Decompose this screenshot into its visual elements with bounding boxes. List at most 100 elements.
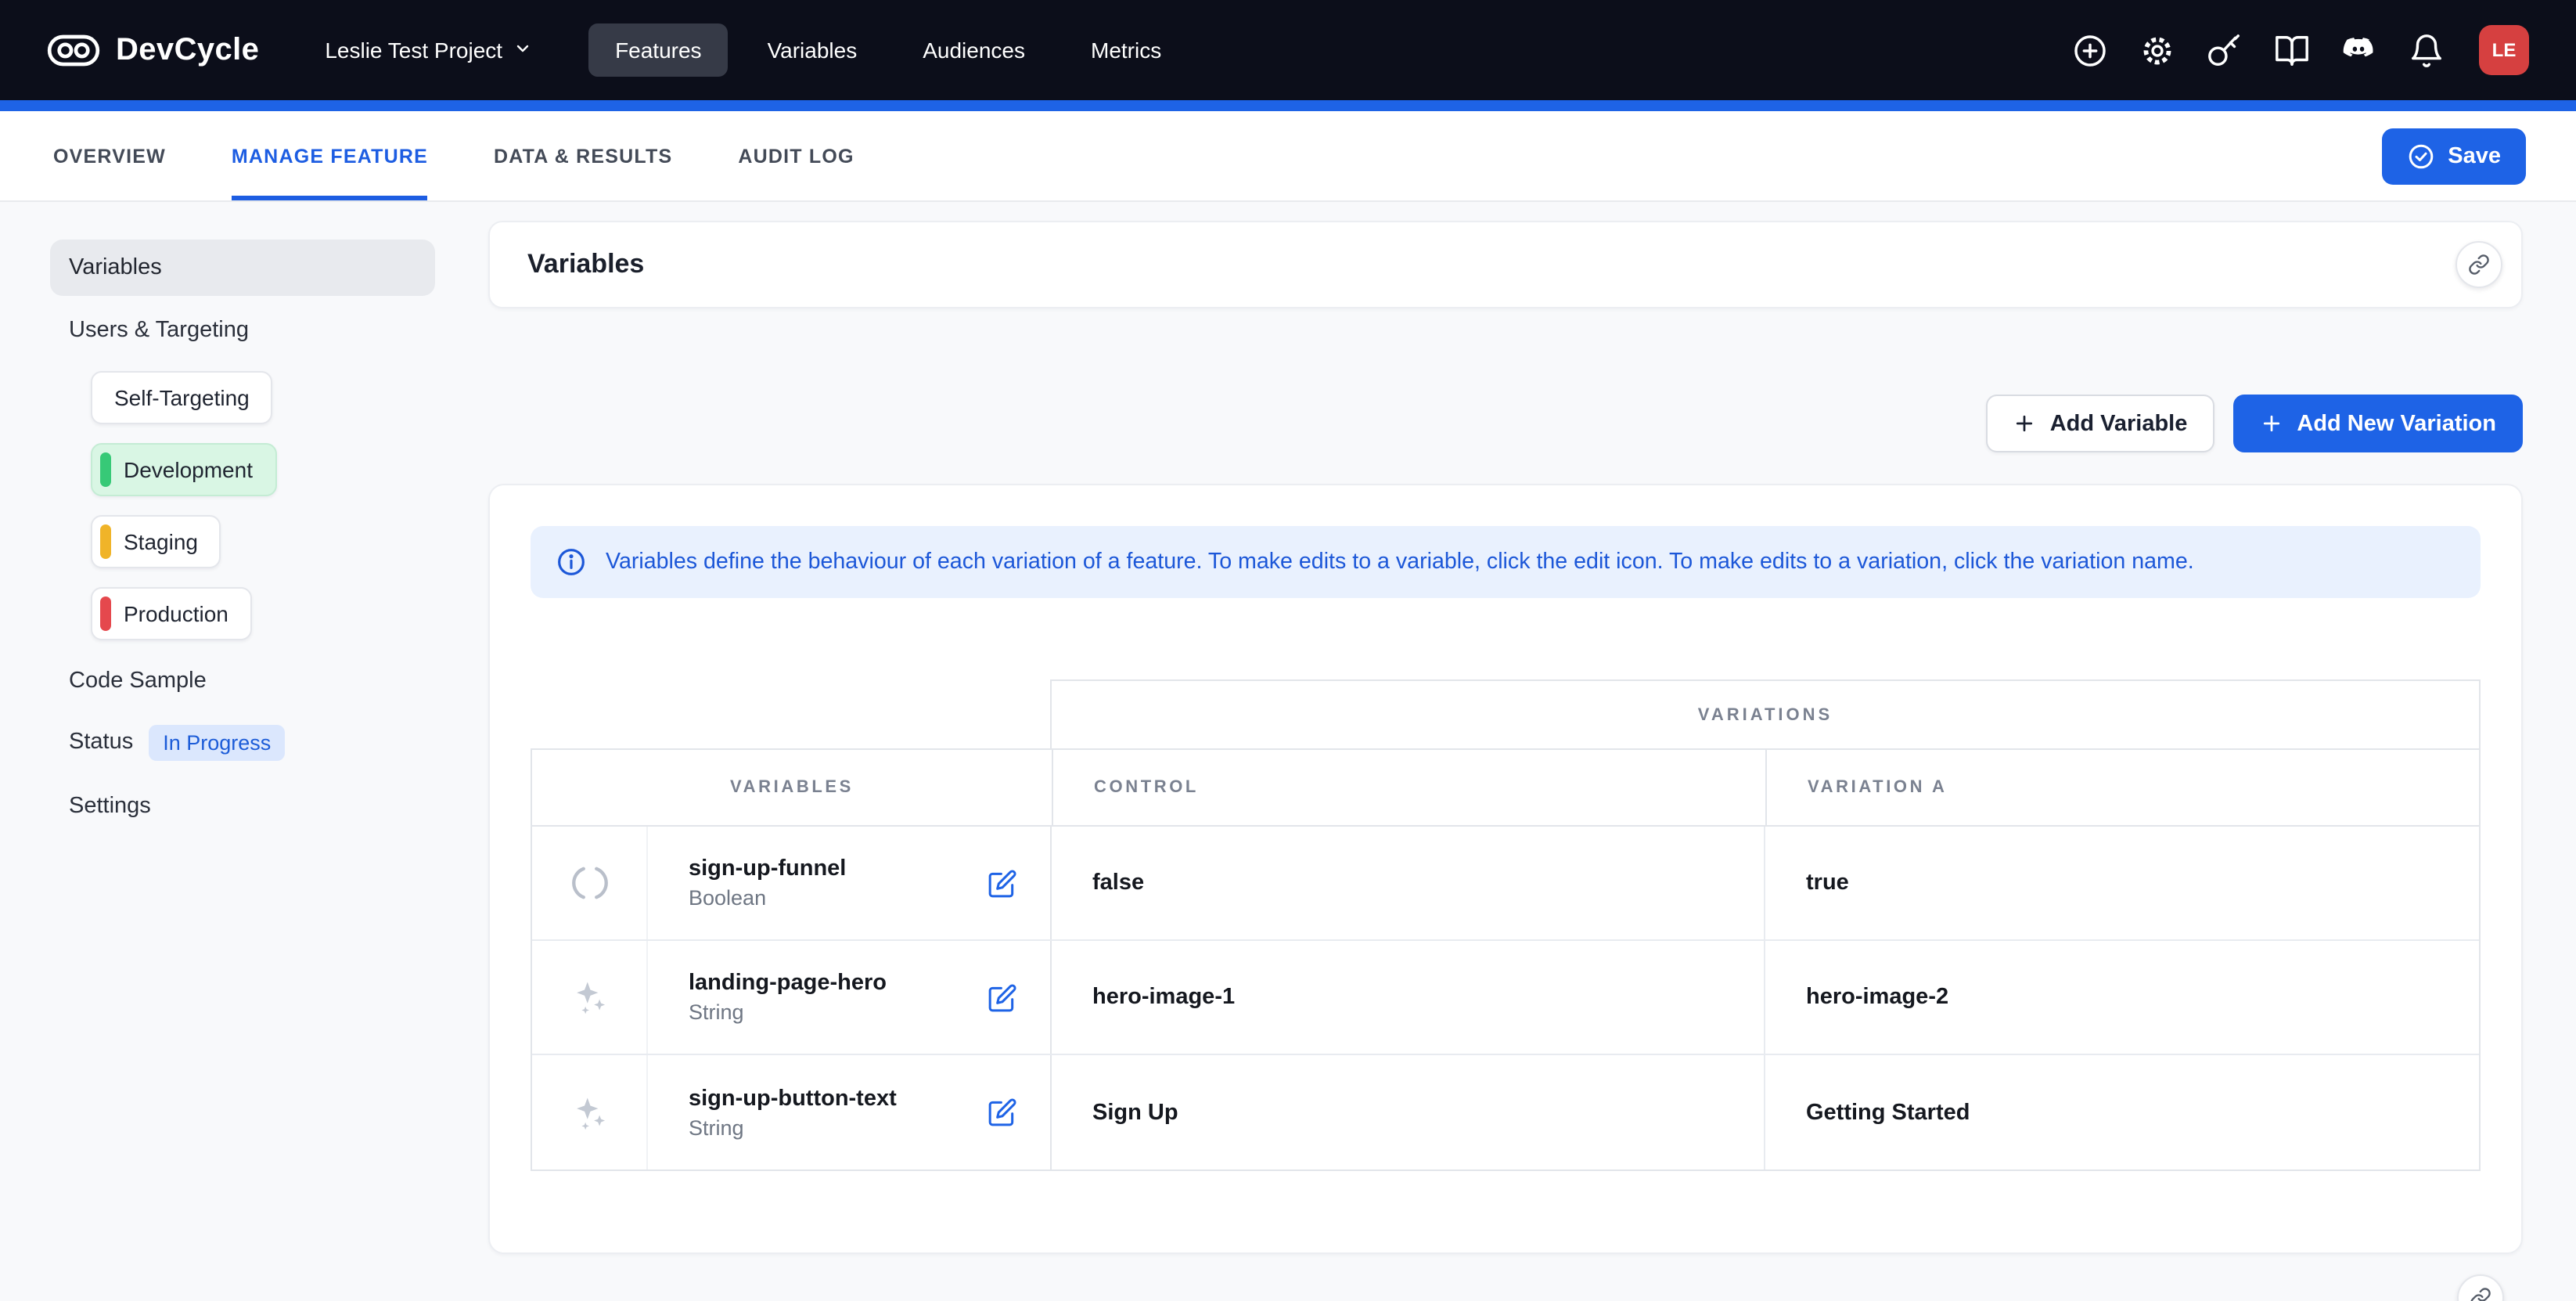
col-header-control[interactable]: CONTROL [1052, 750, 1765, 825]
sidebar-item-production[interactable]: Production [91, 587, 252, 640]
variation-a-value[interactable]: true [1765, 827, 2479, 939]
check-circle-icon [2407, 142, 2435, 170]
sparkles-type-icon [569, 977, 610, 1018]
nav-item-variables[interactable]: Variables [741, 23, 884, 77]
devcycle-logo-icon [47, 30, 100, 70]
variations-group-header-row: VARIATIONS [531, 679, 2481, 748]
save-button-label: Save [2448, 143, 2501, 168]
sidebar-item-users-targeting[interactable]: Users & Targeting [50, 315, 488, 346]
sidebar-item-status[interactable]: Status In Progress [50, 722, 488, 762]
app-root: DevCycle Leslie Test Project Features Va… [0, 0, 2576, 1301]
discord-button[interactable] [2340, 31, 2377, 69]
key-icon [2206, 32, 2242, 68]
edit-variable-button[interactable] [984, 1095, 1019, 1130]
variable-type-cell [532, 1055, 648, 1169]
variations-group-header: VARIATIONS [1050, 679, 2481, 748]
development-label: Development [124, 457, 253, 482]
api-keys-button[interactable] [2205, 31, 2243, 69]
add-new-variation-button[interactable]: Add New Variation [2232, 395, 2523, 452]
main-panel: Variables Add Variable Add New Variation [488, 202, 2576, 1301]
col-header-variables: VARIABLES [532, 750, 1052, 825]
docs-button[interactable] [2272, 31, 2310, 69]
user-avatar[interactable]: LE [2479, 25, 2529, 75]
accent-progress-strip [0, 100, 2576, 111]
edit-variable-button[interactable] [984, 980, 1019, 1014]
edit-icon [987, 1097, 1016, 1127]
info-alert-text: Variables define the behaviour of each v… [606, 550, 2194, 575]
notifications-button[interactable] [2407, 31, 2445, 69]
table-row: landing-page-hero String hero-image-1 he… [532, 941, 2479, 1055]
sidebar-item-code-sample[interactable]: Code Sample [50, 665, 488, 697]
tab-manage-feature[interactable]: MANAGE FEATURE [232, 111, 428, 200]
edit-icon [987, 868, 1016, 898]
add-variable-label: Add Variable [2050, 411, 2188, 436]
variables-panel-header: Variables [488, 221, 2523, 308]
feature-tabbar: OVERVIEW MANAGE FEATURE DATA & RESULTS A… [0, 111, 2576, 202]
col-header-variation-a[interactable]: VARIATION A [1765, 750, 2479, 825]
variables-card: Variables define the behaviour of each v… [488, 484, 2523, 1254]
variation-a-value[interactable]: hero-image-2 [1765, 941, 2479, 1054]
table-header-row: VARIABLES CONTROL VARIATION A [531, 748, 2481, 827]
env-color-bar-development [100, 452, 111, 487]
variables-actions: Add Variable Add New Variation [488, 395, 2523, 452]
navbar-actions: LE [2071, 25, 2529, 75]
add-new-variation-label: Add New Variation [2297, 411, 2496, 436]
tab-data-results[interactable]: DATA & RESULTS [494, 111, 672, 200]
variable-type-cell [532, 941, 648, 1054]
table-body: sign-up-funnel Boolean false true [531, 827, 2481, 1171]
sidebar-item-development[interactable]: Development [91, 443, 276, 496]
edit-icon [987, 982, 1016, 1012]
table-row: sign-up-button-text String Sign Up Getti… [532, 1055, 2479, 1169]
boolean-type-icon [569, 863, 610, 903]
project-selector-label: Leslie Test Project [325, 38, 502, 63]
nav-item-features[interactable]: Features [588, 23, 729, 77]
add-variable-button[interactable]: Add Variable [1986, 395, 2214, 452]
self-targeting-label: Self-Targeting [114, 385, 250, 410]
discord-icon [2340, 31, 2377, 69]
env-color-bar-production [100, 596, 111, 631]
brand[interactable]: DevCycle [47, 30, 259, 70]
env-color-bar-staging [100, 524, 111, 559]
nav-item-metrics[interactable]: Metrics [1064, 23, 1188, 77]
bell-icon [2408, 32, 2444, 68]
info-icon [556, 546, 587, 578]
settings-button[interactable] [2138, 31, 2175, 69]
quick-create-button[interactable] [2071, 31, 2108, 69]
save-button[interactable]: Save [2382, 128, 2526, 184]
gear-icon [2139, 32, 2175, 68]
chevron-down-icon [513, 38, 532, 63]
control-value[interactable]: false [1052, 827, 1765, 939]
add-circle-icon [2071, 32, 2107, 68]
feature-sidebar: Variables Users & Targeting Self-Targeti… [0, 202, 488, 1301]
sidebar-item-staging[interactable]: Staging [91, 515, 221, 568]
top-navbar: DevCycle Leslie Test Project Features Va… [0, 0, 2576, 100]
sidebar-item-variables[interactable]: Variables [50, 240, 435, 296]
link-icon [2470, 1287, 2491, 1301]
group-header-spacer [531, 679, 1050, 748]
plus-icon [2259, 412, 2283, 435]
tab-overview[interactable]: OVERVIEW [53, 111, 166, 200]
variation-a-value[interactable]: Getting Started [1765, 1055, 2479, 1169]
book-icon [2273, 32, 2309, 68]
production-label: Production [124, 601, 228, 626]
copy-link-button[interactable] [2455, 241, 2502, 288]
tab-audit-log[interactable]: AUDIT LOG [738, 111, 854, 200]
content-area: Variables Users & Targeting Self-Targeti… [0, 202, 2576, 1301]
project-selector[interactable]: Leslie Test Project [325, 38, 532, 63]
plus-icon [2013, 412, 2036, 435]
variable-type-cell [532, 827, 648, 939]
page-title: Variables [527, 249, 644, 280]
edit-variable-button[interactable] [984, 866, 1019, 900]
variable-name-cell: sign-up-funnel Boolean [648, 827, 1052, 939]
status-badge: In Progress [149, 724, 285, 760]
control-value[interactable]: Sign Up [1052, 1055, 1765, 1169]
variable-name-cell: landing-page-hero String [648, 941, 1052, 1054]
nav-item-audiences[interactable]: Audiences [896, 23, 1052, 77]
sidebar-item-settings[interactable]: Settings [50, 791, 488, 822]
sidebar-item-self-targeting[interactable]: Self-Targeting [91, 371, 273, 424]
link-icon [2468, 254, 2490, 276]
variable-name-cell: sign-up-button-text String [648, 1055, 1052, 1169]
info-alert: Variables define the behaviour of each v… [531, 526, 2481, 598]
control-value[interactable]: hero-image-1 [1052, 941, 1765, 1054]
status-label: Status [69, 730, 133, 755]
